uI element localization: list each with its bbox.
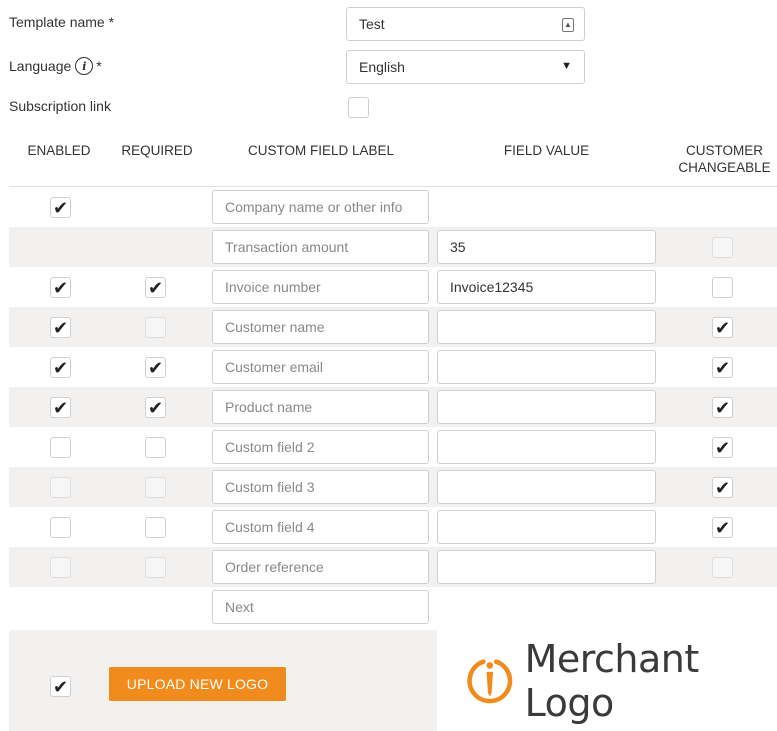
custom-field-label-placeholder: Customer name	[225, 319, 325, 335]
required-checkbox[interactable]: ✔	[145, 277, 166, 298]
header-field-value: FIELD VALUE	[503, 143, 590, 158]
customer-changeable-checkbox[interactable]: ✔	[712, 317, 733, 338]
custom-field-label-placeholder: Invoice number	[225, 279, 321, 295]
custom-field-label-placeholder: Order reference	[225, 559, 324, 575]
header-customer-changeable-line2: CHANGEABLE	[678, 160, 771, 175]
customer-changeable-checkbox[interactable]	[712, 277, 733, 298]
checkmark-icon: ✔	[52, 357, 69, 378]
checkmark-icon: ✔	[714, 357, 731, 378]
merchant-logo-text: Merchant Logo	[524, 636, 700, 725]
checkmark-icon: ✔	[52, 277, 69, 298]
required-checkbox[interactable]: ✔	[145, 357, 166, 378]
header-custom-field-label: CUSTOM FIELD LABEL	[247, 143, 395, 158]
enabled-checkbox[interactable]: ✔	[50, 197, 71, 218]
custom-field-label-input[interactable]: Custom field 2	[212, 430, 429, 464]
info-icon[interactable]: i	[75, 57, 94, 75]
checkmark-icon: ✔	[52, 317, 69, 338]
field-value-input[interactable]	[437, 310, 656, 344]
template-name-label: Template name *	[9, 14, 115, 30]
custom-field-label-placeholder: Custom field 4	[225, 519, 315, 535]
checkmark-icon: ✔	[714, 517, 731, 538]
custom-field-label-input[interactable]: Next	[212, 590, 429, 624]
checkmark-icon: ✔	[52, 676, 69, 697]
enabled-checkbox[interactable]	[50, 437, 71, 458]
merchant-logo: Merchant Logo	[437, 630, 777, 731]
customer-changeable-checkbox[interactable]: ✔	[712, 517, 733, 538]
enabled-checkbox[interactable]: ✔	[50, 357, 71, 378]
enabled-checkbox[interactable]: ✔	[50, 317, 71, 338]
custom-field-label-placeholder: Custom field 3	[225, 479, 315, 495]
subscription-link-checkbox[interactable]	[348, 97, 369, 118]
custom-field-label-input[interactable]: Company name or other info	[212, 190, 429, 224]
header-customer-changeable: CUSTOMER CHANGEABLE	[672, 142, 777, 176]
checkmark-icon: ✔	[147, 277, 164, 298]
field-value-text: Invoice12345	[450, 279, 534, 295]
field-value-input[interactable]	[437, 350, 656, 384]
merchant-logo-icon	[467, 658, 513, 703]
required-checkbox	[145, 477, 166, 498]
language-label-group: Language i *	[9, 57, 102, 75]
language-value: English	[359, 59, 405, 75]
checkmark-icon: ✔	[52, 397, 69, 418]
upload-new-logo-button[interactable]: UPLOAD NEW LOGO	[109, 667, 286, 701]
subscription-link-label: Subscription link	[9, 98, 111, 114]
field-value-input[interactable]: 35	[437, 230, 656, 264]
custom-field-label-placeholder: Customer email	[225, 359, 324, 375]
language-required-mark: *	[96, 58, 102, 74]
header-enabled: ENABLED	[27, 143, 91, 158]
field-value-input[interactable]	[437, 390, 656, 424]
logo-enabled-checkbox[interactable]: ✔	[50, 676, 71, 697]
template-name-input[interactable]: Test ▲	[346, 7, 585, 41]
checkmark-icon: ✔	[714, 437, 731, 458]
custom-field-label-input[interactable]: Invoice number	[212, 270, 429, 304]
custom-field-label-placeholder: Next	[225, 599, 254, 615]
header-customer-changeable-line1: CUSTOMER	[685, 143, 763, 158]
checkmark-icon: ✔	[52, 197, 69, 218]
field-value-input[interactable]: Invoice12345	[437, 270, 656, 304]
customer-changeable-checkbox[interactable]: ✔	[712, 437, 733, 458]
enabled-checkbox[interactable]: ✔	[50, 277, 71, 298]
header-required: REQUIRED	[121, 143, 193, 158]
enabled-checkbox	[50, 557, 71, 578]
checkmark-icon: ✔	[147, 357, 164, 378]
field-value-input[interactable]	[437, 430, 656, 464]
template-name-value: Test	[359, 16, 385, 32]
custom-field-label-placeholder: Transaction amount	[225, 239, 349, 255]
contact-card-icon: ▲	[562, 18, 574, 32]
customer-changeable-checkbox[interactable]: ✔	[712, 397, 733, 418]
required-checkbox	[145, 317, 166, 338]
checkmark-icon: ✔	[147, 397, 164, 418]
checkmark-icon: ✔	[714, 317, 731, 338]
custom-field-label-input[interactable]: Order reference	[212, 550, 429, 584]
field-value-input[interactable]	[437, 550, 656, 584]
customer-changeable-checkbox	[712, 237, 733, 258]
enabled-checkbox[interactable]	[50, 517, 71, 538]
language-select[interactable]: English ▼	[346, 50, 585, 84]
field-value-input[interactable]	[437, 470, 656, 504]
custom-field-label-input[interactable]: Custom field 3	[212, 470, 429, 504]
checkmark-icon: ✔	[714, 477, 731, 498]
language-label: Language	[9, 58, 72, 74]
checkmark-icon: ✔	[714, 397, 731, 418]
required-checkbox	[145, 557, 166, 578]
custom-field-label-placeholder: Company name or other info	[225, 199, 403, 215]
dropdown-arrow-icon: ▼	[561, 60, 572, 72]
field-value-input[interactable]	[437, 510, 656, 544]
custom-field-label-placeholder: Custom field 2	[225, 439, 315, 455]
customer-changeable-checkbox	[712, 557, 733, 578]
required-checkbox[interactable]: ✔	[145, 397, 166, 418]
customer-changeable-checkbox[interactable]: ✔	[712, 477, 733, 498]
custom-field-label-placeholder: Product name	[225, 399, 313, 415]
required-checkbox[interactable]	[145, 437, 166, 458]
customer-changeable-checkbox[interactable]: ✔	[712, 357, 733, 378]
enabled-checkbox	[50, 477, 71, 498]
custom-field-label-input[interactable]: Product name	[212, 390, 429, 424]
required-checkbox[interactable]	[145, 517, 166, 538]
enabled-checkbox[interactable]: ✔	[50, 397, 71, 418]
custom-field-label-input[interactable]: Custom field 4	[212, 510, 429, 544]
custom-field-label-input[interactable]: Customer email	[212, 350, 429, 384]
field-value-text: 35	[450, 239, 466, 255]
custom-field-label-input[interactable]: Customer name	[212, 310, 429, 344]
custom-field-label-input[interactable]: Transaction amount	[212, 230, 429, 264]
